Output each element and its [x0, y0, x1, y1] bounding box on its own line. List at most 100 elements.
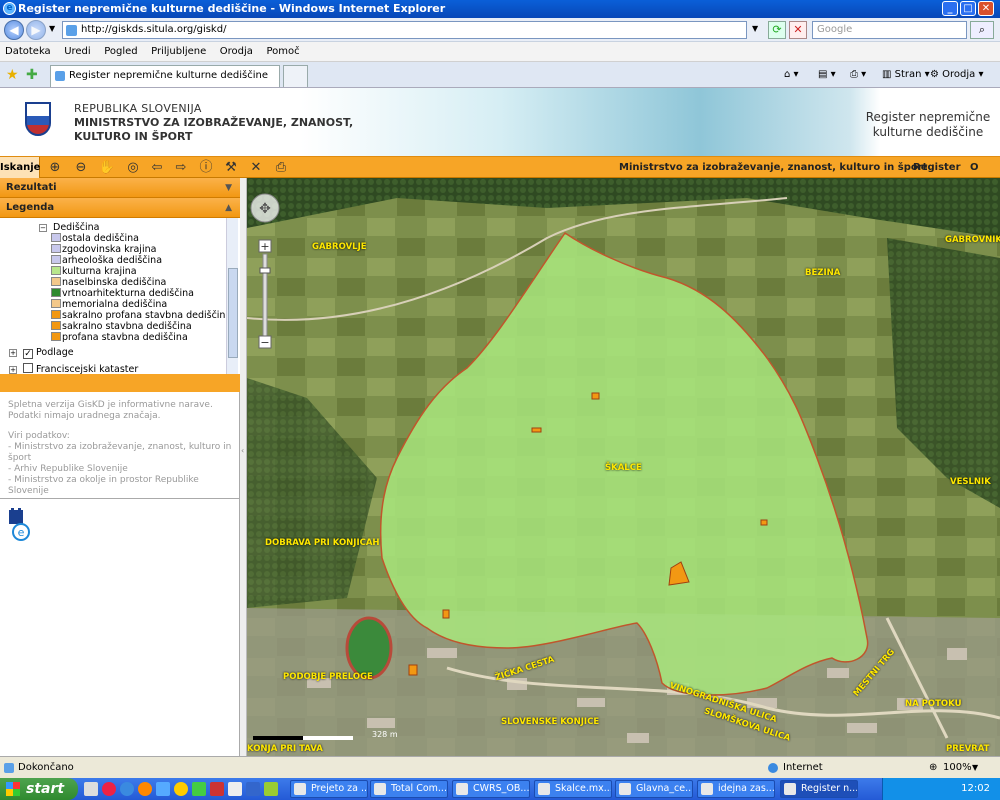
- taskbar-button[interactable]: CWRS_OB...: [452, 780, 530, 798]
- legend-item: naselbinska dediščina: [51, 277, 166, 288]
- previous-view-icon[interactable]: ⇦: [148, 159, 166, 176]
- menu-item-help[interactable]: Pomoč: [261, 42, 304, 62]
- minimize-button[interactable]: _: [942, 1, 958, 16]
- layer-checkbox[interactable]: ✓: [23, 349, 33, 359]
- search-tab[interactable]: Iskanje: [0, 157, 40, 178]
- page-menu[interactable]: ▥ Stran ▾: [882, 67, 930, 83]
- place-label: NA POTOKU: [905, 699, 962, 709]
- legend-item: ostala dediščina: [51, 233, 139, 244]
- layer-checkbox[interactable]: [23, 363, 33, 373]
- map-view[interactable]: ✥ + − GABROVLJE GABROVNIK BEZINA ŠKALCE …: [247, 178, 1000, 756]
- taskbar-button[interactable]: Total Com...: [370, 780, 448, 798]
- zoom-in-icon[interactable]: ⊕: [46, 159, 64, 176]
- place-label: PODOBJE PRELOGE: [283, 672, 373, 682]
- clear-icon[interactable]: ✕: [247, 159, 265, 176]
- menu-item-edit[interactable]: Uredi: [59, 42, 96, 62]
- quicklaunch-icon[interactable]: [174, 782, 188, 796]
- expand-node-icon[interactable]: +: [9, 366, 17, 374]
- measure-icon[interactable]: ⚒: [222, 159, 240, 176]
- start-button[interactable]: start: [0, 778, 78, 800]
- next-view-icon[interactable]: ⇨: [172, 159, 190, 176]
- legend-swatch: [51, 288, 61, 297]
- menu-item-favorites[interactable]: Priljubljene: [146, 42, 211, 62]
- new-tab-button[interactable]: [283, 65, 308, 87]
- ie-logo-icon: e: [3, 2, 16, 15]
- add-favorite-icon[interactable]: ✚: [26, 67, 38, 83]
- taskbar-button[interactable]: idejna zas...: [697, 780, 775, 798]
- quicklaunch-icon[interactable]: [192, 782, 206, 796]
- taskbar-button[interactable]: Skalce.mx...: [534, 780, 612, 798]
- menu-item-file[interactable]: Datoteka: [0, 42, 56, 62]
- recent-pages-dropdown-icon[interactable]: ▼: [49, 24, 55, 33]
- search-icon[interactable]: ⌕: [970, 21, 994, 39]
- legend-label: kulturna krajina: [62, 266, 137, 277]
- legend-scrollbar[interactable]: [226, 218, 238, 374]
- collapse-node-icon[interactable]: −: [39, 224, 47, 232]
- home-icon[interactable]: ⌂ ▾: [784, 67, 799, 83]
- back-button[interactable]: ◀: [4, 20, 24, 40]
- maximize-button[interactable]: □: [960, 1, 976, 16]
- quicklaunch-icon[interactable]: [138, 782, 152, 796]
- print-map-icon[interactable]: ⎙: [272, 159, 290, 176]
- windows-taskbar: start Prejeto za ... Total Com... CWRS_OB.…: [0, 778, 1000, 800]
- feeds-icon[interactable]: ▤ ▾: [818, 67, 836, 83]
- pan-hand-icon[interactable]: ✋: [98, 159, 116, 176]
- address-dropdown-icon[interactable]: ▼: [752, 24, 758, 33]
- tools-menu[interactable]: ⚙ Orodja ▾: [930, 67, 984, 83]
- collapse-chevron-icon[interactable]: ▼: [225, 178, 232, 198]
- refresh-icon[interactable]: ⟳: [768, 21, 786, 39]
- legend-item: vrtnoarhitekturna dediščina: [51, 288, 194, 299]
- svg-text:+: +: [260, 240, 269, 253]
- taskbar-button[interactable]: Prejeto za ...: [290, 780, 368, 798]
- svg-text:✥: ✥: [259, 201, 271, 217]
- globe-icon: [768, 763, 778, 773]
- scroll-thumb[interactable]: [228, 268, 238, 358]
- browser-tab-active[interactable]: Register nepremične kulturne dediščine: [50, 65, 280, 87]
- layer-podlage[interactable]: + ✓ Podlage: [9, 347, 74, 359]
- org-name-line2: MINISTRSTVO ZA IZOBRAŽEVANJE, ZNANOST,: [74, 116, 354, 129]
- legend-item: zgodovinska krajina: [51, 244, 156, 255]
- info-icon[interactable]: ⓘ: [197, 159, 215, 176]
- legend-group-heritage[interactable]: − Dediščina: [39, 222, 99, 233]
- results-header[interactable]: Rezultati ▼: [0, 178, 240, 198]
- register-link[interactable]: Register: [913, 157, 961, 178]
- menu-item-tools[interactable]: Orodja: [215, 42, 258, 62]
- quicklaunch-icon[interactable]: [84, 782, 98, 796]
- quicklaunch-icon[interactable]: [102, 782, 116, 796]
- zoom-icon[interactable]: ⊕: [929, 757, 937, 779]
- forward-button[interactable]: ▶: [26, 20, 46, 40]
- taskbar-button[interactable]: Register n...: [780, 780, 858, 798]
- zoom-dropdown-icon[interactable]: ▼: [972, 757, 978, 779]
- quicklaunch-icon[interactable]: [246, 782, 260, 796]
- panel-splitter[interactable]: ‹: [240, 178, 247, 756]
- zoom-out-icon[interactable]: ⊖: [72, 159, 90, 176]
- zoom-level[interactable]: 100%: [943, 757, 972, 779]
- quicklaunch-icon[interactable]: [264, 782, 278, 796]
- data-sources: Viri podatkov: - Ministrstvo za izobraže…: [8, 431, 232, 496]
- zoom-extent-icon[interactable]: ◎: [124, 159, 142, 176]
- close-window-button[interactable]: ✕: [978, 1, 994, 16]
- svg-text:−: −: [260, 336, 269, 349]
- quicklaunch-icon[interactable]: [210, 782, 224, 796]
- taskbar-button[interactable]: Glavna_ce...: [615, 780, 693, 798]
- legend-tree: − Dediščina ostala dediščina zgodovinska k…: [0, 218, 240, 374]
- expand-node-icon[interactable]: +: [9, 349, 17, 357]
- quicklaunch-icon[interactable]: [228, 782, 242, 796]
- svg-text:e: e: [18, 526, 25, 539]
- legend-item: sakralno stavbna dediščina: [51, 321, 192, 332]
- legend-item: kulturna krajina: [51, 266, 137, 277]
- ministry-link[interactable]: Ministrstvo za izobraževanje, znanost, k…: [619, 157, 927, 178]
- stop-icon[interactable]: ✕: [789, 21, 807, 39]
- legend-label: zgodovinska krajina: [62, 244, 157, 255]
- legend-header[interactable]: Legenda ▲: [0, 198, 240, 218]
- favorites-star-icon[interactable]: ★: [6, 67, 19, 83]
- quicklaunch-icon[interactable]: [156, 782, 170, 796]
- layer-kataster[interactable]: + Franciscejski kataster: [9, 363, 138, 374]
- print-icon[interactable]: ⎙ ▾: [850, 67, 866, 83]
- expand-chevron-icon[interactable]: ▲: [225, 198, 232, 218]
- clock[interactable]: 12:02: [961, 783, 990, 794]
- search-input[interactable]: Google: [812, 21, 967, 39]
- address-input[interactable]: http://giskds.situla.org/giskd/: [62, 21, 747, 39]
- quicklaunch-icon[interactable]: [120, 782, 134, 796]
- menu-item-view[interactable]: Pogled: [99, 42, 142, 62]
